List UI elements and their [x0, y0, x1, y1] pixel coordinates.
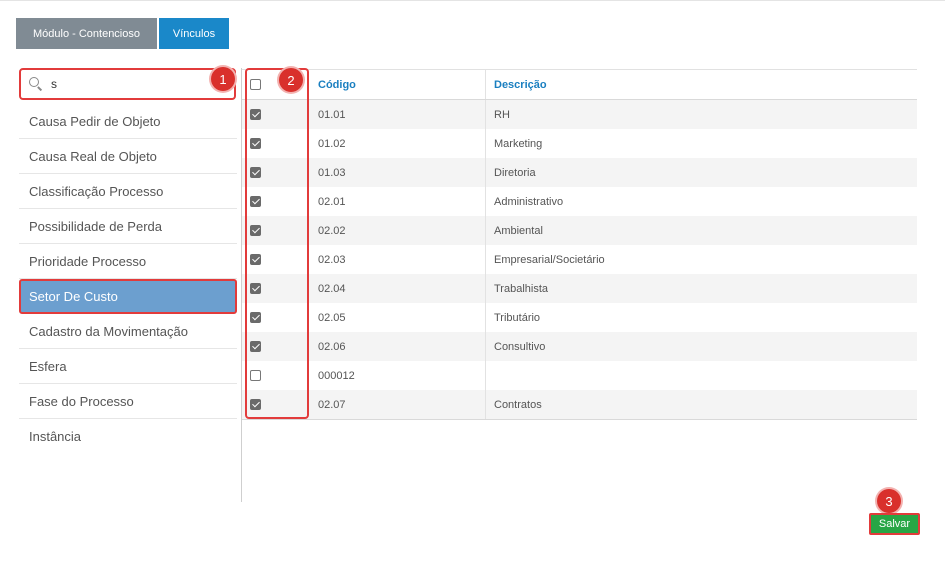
table-row[interactable]: 01.03 Diretoria — [242, 158, 917, 187]
save-button[interactable]: Salvar — [869, 513, 920, 535]
cell-descricao: Marketing — [494, 137, 543, 150]
search-box[interactable] — [19, 68, 236, 100]
cell-codigo: 02.01 — [308, 187, 486, 216]
table-body: 01.01 RH 01.02 Marketing 01.03 Diretoria 02.01… — [242, 100, 917, 419]
cell-codigo: 02.06 — [308, 332, 486, 361]
cell-codigo: 02.05 — [308, 303, 486, 332]
table-bottom-border — [242, 419, 917, 420]
codes-table: Código Descrição 01.01 RH 01.02 Marketing 01… — [242, 69, 917, 420]
table-header: Código Descrição — [242, 69, 917, 100]
category-item[interactable]: Esfera — [19, 349, 237, 384]
search-input[interactable] — [51, 77, 201, 91]
tab-modulo-contencioso[interactable]: Módulo - Contencioso — [16, 18, 157, 49]
table-row[interactable]: 02.05 Tributário — [242, 303, 917, 332]
table-row[interactable]: 02.02 Ambiental — [242, 216, 917, 245]
cell-descricao: RH — [494, 108, 510, 121]
category-item[interactable]: Causa Real de Objeto — [19, 139, 237, 174]
table-row[interactable]: 000012 — [242, 361, 917, 390]
row-checkbox[interactable] — [250, 167, 261, 178]
cell-descricao: Contratos — [494, 398, 542, 411]
row-checkbox[interactable] — [250, 399, 261, 410]
module-tabs: Módulo - Contencioso Vínculos — [16, 18, 229, 49]
cell-descricao: Trabalhista — [494, 282, 549, 295]
table-row[interactable]: 02.06 Consultivo — [242, 332, 917, 361]
cell-descricao — [486, 361, 917, 390]
table-row[interactable]: 02.07 Contratos — [242, 390, 917, 419]
category-item[interactable]: Possibilidade de Perda — [19, 209, 237, 244]
row-checkbox[interactable] — [250, 312, 261, 323]
cell-codigo: 02.04 — [308, 274, 486, 303]
category-item[interactable]: Setor De Custo — [19, 279, 237, 314]
step-badge-2: 2 — [279, 68, 303, 92]
tab-vinculos[interactable]: Vínculos — [159, 18, 229, 49]
column-header-codigo[interactable]: Código — [308, 70, 486, 99]
row-checkbox[interactable] — [250, 109, 261, 120]
category-item[interactable]: Causa Pedir de Objeto — [19, 104, 237, 139]
table-row[interactable]: 01.01 RH — [242, 100, 917, 129]
cell-codigo: 01.03 — [308, 158, 486, 187]
column-header-descricao[interactable]: Descrição — [486, 70, 917, 99]
category-item[interactable]: Prioridade Processo — [19, 244, 237, 279]
row-checkbox[interactable] — [250, 341, 261, 352]
category-item[interactable]: Cadastro da Movimentação — [19, 314, 237, 349]
row-checkbox[interactable] — [250, 225, 261, 236]
top-border — [0, 0, 945, 1]
select-all-checkbox[interactable] — [250, 79, 261, 90]
row-checkbox[interactable] — [250, 138, 261, 149]
cell-descricao: Ambiental — [494, 224, 543, 237]
step-badge-1: 1 — [211, 67, 235, 91]
step-badge-3: 3 — [877, 489, 901, 513]
search-icon — [29, 77, 43, 91]
table-row[interactable]: 02.04 Trabalhista — [242, 274, 917, 303]
cell-descricao: Diretoria — [494, 166, 536, 179]
row-checkbox[interactable] — [250, 283, 261, 294]
row-checkbox[interactable] — [250, 254, 261, 265]
cell-codigo: 000012 — [308, 361, 486, 390]
table-row[interactable]: 02.03 Empresarial/Societário — [242, 245, 917, 274]
cell-descricao: Tributário — [494, 311, 541, 324]
cell-codigo: 01.01 — [308, 100, 486, 129]
cell-codigo: 01.02 — [308, 129, 486, 158]
category-list: Causa Pedir de Objeto Causa Real de Objet… — [19, 104, 237, 454]
row-checkbox[interactable] — [250, 196, 261, 207]
cell-descricao: Empresarial/Societário — [494, 253, 605, 266]
category-item[interactable]: Fase do Processo — [19, 384, 237, 419]
cell-codigo: 02.02 — [308, 216, 486, 245]
category-item[interactable]: Classificação Processo — [19, 174, 237, 209]
cell-codigo: 02.07 — [308, 390, 486, 419]
table-row[interactable]: 01.02 Marketing — [242, 129, 917, 158]
category-item[interactable]: Instância — [19, 419, 237, 454]
cell-descricao: Administrativo — [494, 195, 564, 208]
cell-codigo: 02.03 — [308, 245, 486, 274]
table-row[interactable]: 02.01 Administrativo — [242, 187, 917, 216]
row-checkbox[interactable] — [250, 370, 261, 381]
cell-descricao: Consultivo — [494, 340, 546, 353]
